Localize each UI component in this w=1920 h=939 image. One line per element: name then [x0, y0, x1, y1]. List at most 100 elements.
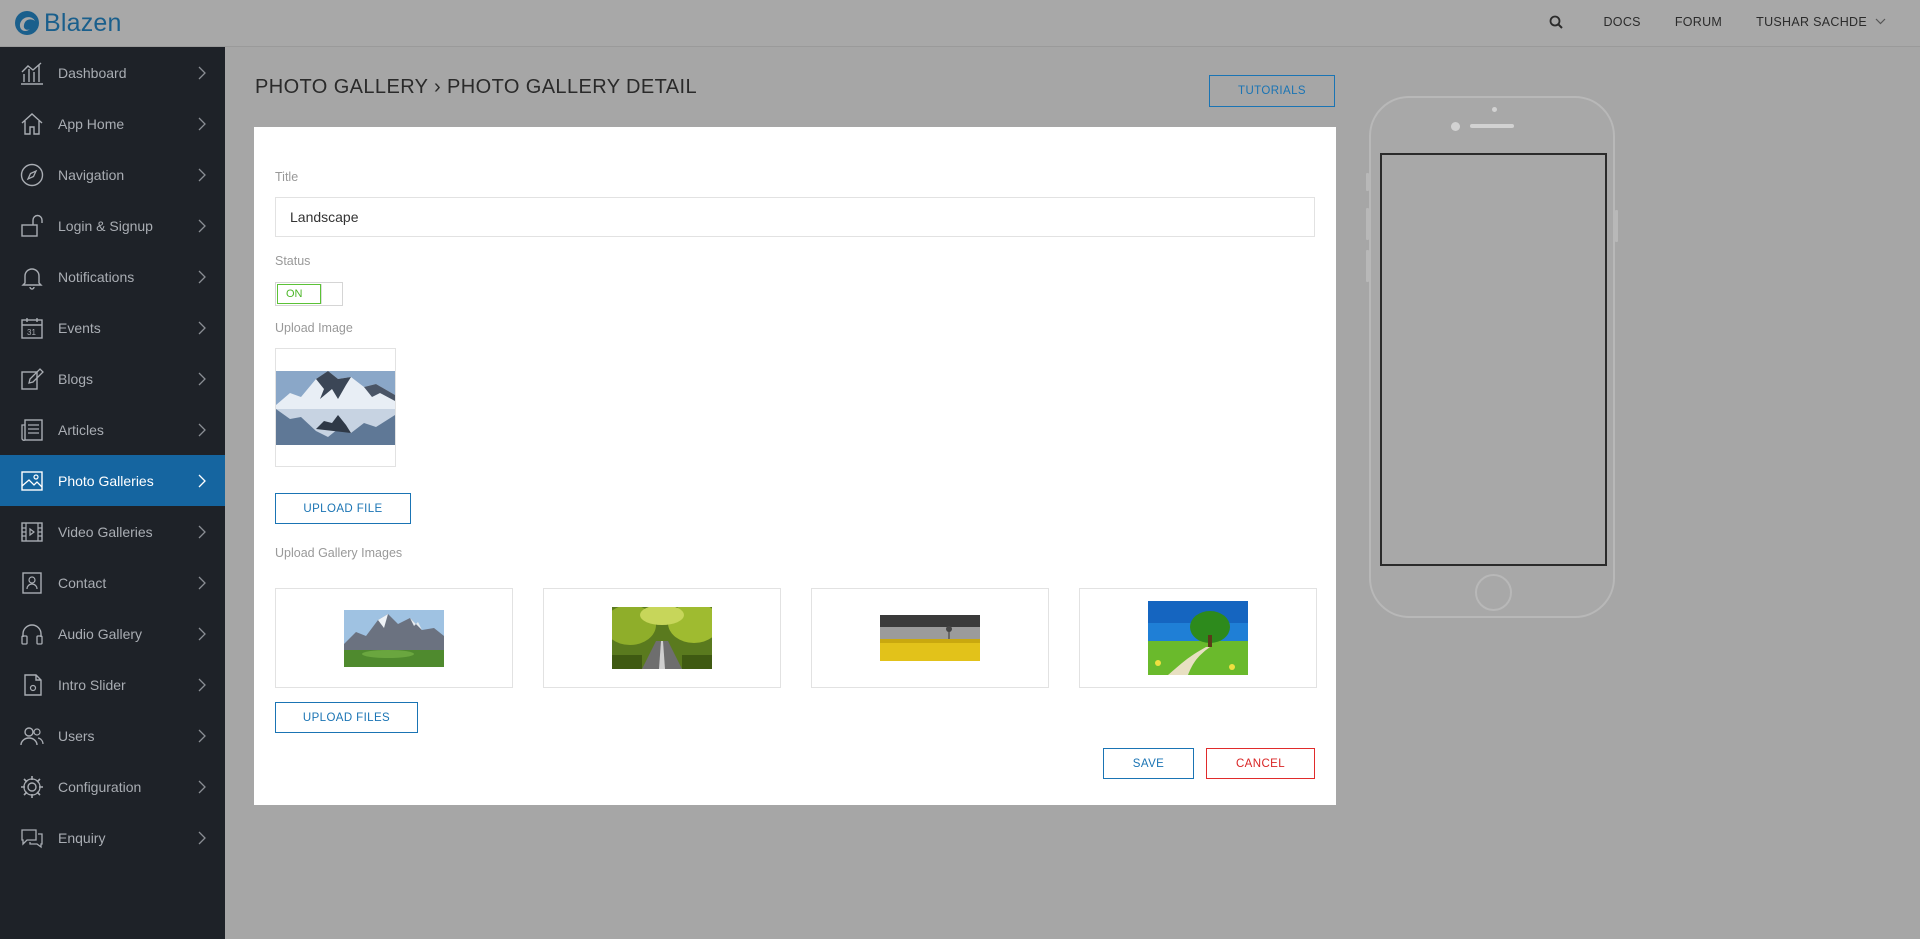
phone-speaker	[1470, 124, 1514, 128]
sidebar-item-articles[interactable]: Articles	[0, 404, 225, 455]
snowy-mountain-image	[276, 349, 395, 466]
chat-bubbles-icon	[19, 825, 45, 851]
headphones-icon	[19, 621, 45, 647]
sidebar-item-configuration[interactable]: Configuration	[0, 761, 225, 812]
newspaper-icon	[19, 417, 45, 443]
chevron-right-icon	[197, 320, 207, 336]
gallery-image-tile[interactable]	[543, 588, 781, 688]
gallery-image-tile[interactable]	[275, 588, 513, 688]
forum-link[interactable]: FORUM	[1675, 15, 1722, 29]
user-name: TUSHAR SACHDE	[1756, 14, 1867, 29]
sidebar-item-label: Articles	[58, 421, 104, 438]
tutorials-button[interactable]: TUTORIALS	[1209, 75, 1335, 107]
sidebar-item-dashboard[interactable]: Dashboard	[0, 47, 225, 98]
mountain-valley-image	[344, 609, 444, 667]
yellow-field-image	[880, 615, 980, 661]
sidebar-item-photo-galleries[interactable]: Photo Galleries	[0, 455, 225, 506]
sidebar-item-navigation[interactable]: Navigation	[0, 149, 225, 200]
sidebar-item-app-home[interactable]: App Home	[0, 98, 225, 149]
contact-card-icon	[19, 570, 45, 596]
sidebar-item-video-galleries[interactable]: Video Galleries	[0, 506, 225, 557]
chevron-right-icon	[197, 116, 207, 132]
sidebar-item-login-signup[interactable]: Login & Signup	[0, 200, 225, 251]
chevron-right-icon	[197, 575, 207, 591]
top-nav: DOCS FORUM TUSHAR SACHDE	[1549, 0, 1920, 43]
sidebar-item-label: Users	[58, 727, 95, 744]
sidebar-item-events[interactable]: 31 Events	[0, 302, 225, 353]
sidebar-item-label: Photo Galleries	[58, 472, 154, 489]
image-icon	[19, 468, 45, 494]
chevron-right-icon	[197, 626, 207, 642]
sidebar-item-audio-gallery[interactable]: Audio Gallery	[0, 608, 225, 659]
upload-file-button[interactable]: UPLOAD FILE	[275, 493, 411, 524]
film-icon	[19, 519, 45, 545]
docs-link[interactable]: DOCS	[1603, 15, 1640, 29]
calendar-icon: 31	[19, 315, 45, 341]
sidebar-item-label: Configuration	[58, 778, 142, 795]
sidebar: Dashboard App Home Navigation Login & Signu…	[0, 47, 225, 939]
save-button[interactable]: SAVE	[1103, 748, 1194, 779]
status-label: Status	[275, 254, 311, 268]
uploaded-image-preview	[275, 348, 396, 467]
page-title: PHOTO GALLERY › PHOTO GALLERY DETAIL	[255, 76, 697, 98]
sidebar-item-label: Contact	[58, 574, 107, 591]
status-toggle[interactable]: ON	[275, 282, 343, 306]
chevron-right-icon	[197, 830, 207, 846]
sidebar-item-contact[interactable]: Contact	[0, 557, 225, 608]
bar-chart-icon	[19, 60, 45, 86]
sidebar-item-label: Notifications	[58, 268, 135, 285]
chevron-right-icon	[197, 218, 207, 234]
gallery-detail-card: Title Status ON Upload Image UPLOAD FILE…	[254, 127, 1336, 805]
sidebar-item-label: Navigation	[58, 166, 125, 183]
chevron-right-icon	[197, 371, 207, 387]
home-icon	[19, 111, 45, 137]
sidebar-item-enquiry[interactable]: Enquiry	[0, 812, 225, 863]
upload-image-label: Upload Image	[275, 321, 353, 335]
tree-road-image	[612, 607, 712, 669]
sidebar-item-notifications[interactable]: Notifications	[0, 251, 225, 302]
upload-gallery-label: Upload Gallery Images	[275, 546, 403, 560]
chevron-right-icon	[197, 422, 207, 438]
unlock-icon	[19, 213, 45, 239]
toggle-on-label: ON	[277, 284, 321, 304]
phone-sensor	[1492, 107, 1497, 112]
user-menu[interactable]: TUSHAR SACHDE	[1756, 15, 1886, 29]
phone-screen	[1380, 153, 1607, 566]
search-icon[interactable]	[1549, 15, 1564, 29]
sidebar-item-label: Login & Signup	[58, 217, 153, 234]
cancel-button[interactable]: CANCEL	[1206, 748, 1315, 779]
chevron-right-icon	[197, 524, 207, 540]
sidebar-item-label: Enquiry	[58, 829, 106, 846]
blazen-logo-icon	[15, 11, 39, 35]
app-logo[interactable]: Blazen	[14, 6, 122, 40]
sidebar-item-blogs[interactable]: Blogs	[0, 353, 225, 404]
phone-camera	[1451, 122, 1460, 131]
phone-side-button	[1366, 208, 1369, 240]
chevron-right-icon	[197, 677, 207, 693]
svg-text:31: 31	[27, 328, 36, 337]
sidebar-item-users[interactable]: Users	[0, 710, 225, 761]
green-tree-path-image	[1148, 601, 1248, 675]
bell-icon	[19, 264, 45, 290]
chevron-right-icon	[197, 728, 207, 744]
sidebar-item-label: Intro Slider	[58, 676, 126, 693]
chevron-right-icon	[197, 269, 207, 285]
gear-icon	[19, 774, 45, 800]
phone-side-button	[1366, 173, 1369, 191]
sidebar-item-intro-slider[interactable]: Intro Slider	[0, 659, 225, 710]
chevron-down-icon	[1875, 18, 1886, 25]
toggle-knob	[321, 284, 341, 304]
slider-icon	[19, 672, 45, 698]
chevron-right-icon	[197, 473, 207, 489]
sidebar-item-label: App Home	[58, 115, 125, 132]
compass-icon	[19, 162, 45, 188]
sidebar-item-label: Events	[58, 319, 101, 336]
gallery-image-tile[interactable]	[1079, 588, 1317, 688]
phone-side-button	[1615, 210, 1618, 242]
title-input[interactable]	[275, 197, 1315, 237]
phone-preview	[1366, 96, 1618, 618]
phone-side-button	[1366, 250, 1369, 282]
top-bar: Blazen DOCS FORUM TUSHAR SACHDE	[0, 0, 1920, 47]
upload-files-button[interactable]: UPLOAD FILES	[275, 702, 418, 733]
gallery-image-tile[interactable]	[811, 588, 1049, 688]
